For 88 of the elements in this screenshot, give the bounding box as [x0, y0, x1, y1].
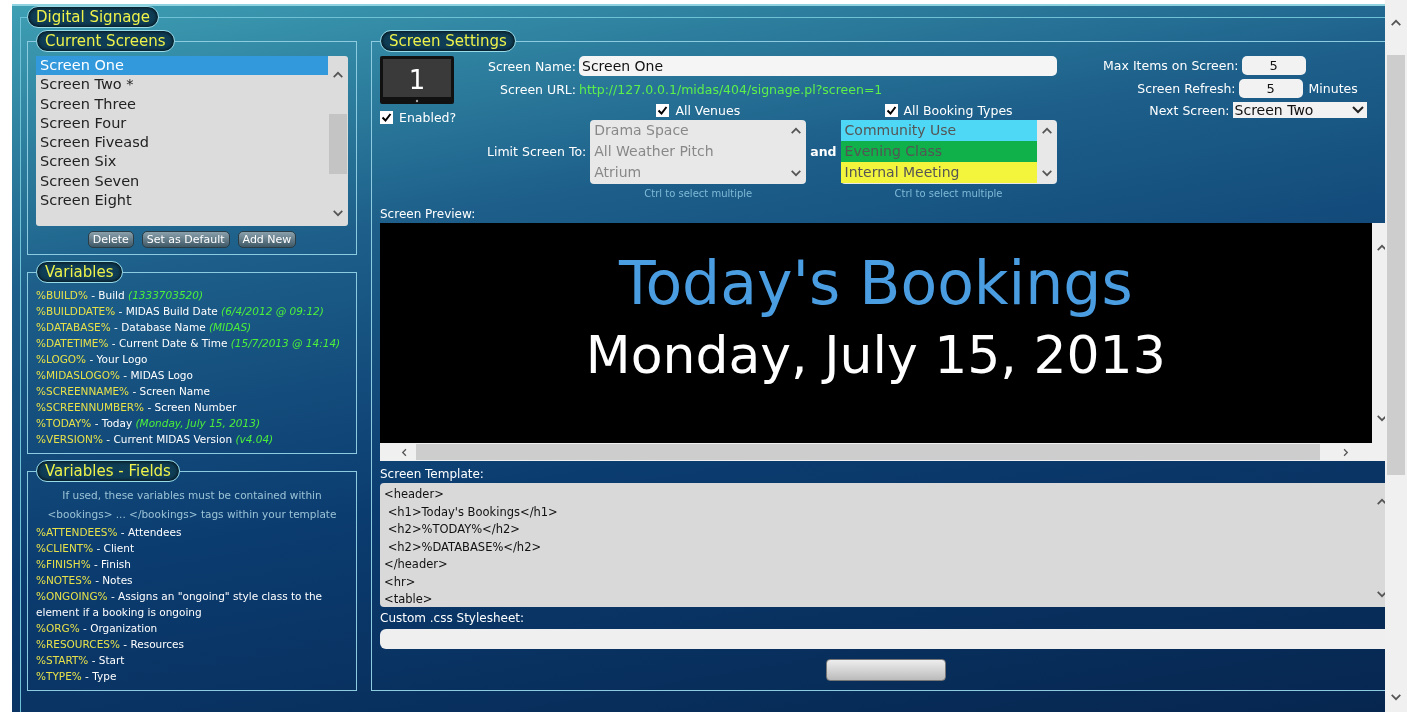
field-label: Screen Refresh:	[1137, 81, 1236, 96]
next-screen-dropdown[interactable]: Screen Two	[1232, 102, 1367, 118]
variable-line: %SCREENNAME% - Screen Name	[36, 384, 211, 399]
template-line: </header>	[384, 556, 449, 573]
list-option[interactable]: Internal Meeting	[840, 162, 1037, 183]
max-items-field[interactable]: 5	[1241, 56, 1306, 75]
variable-line: %DATETIME% - Current Date & Time (15/7/2013 @ 14:14)	[36, 336, 342, 351]
field-label: Next Screen:	[1149, 102, 1230, 118]
field-label: Screen URL:	[499, 82, 576, 97]
fields-note: If used, these variables must be contained within <bookings> ... </bookings> tags within your template	[46, 488, 338, 522]
hint-text: Ctrl to select multiple	[644, 188, 753, 199]
scroll-down-icon[interactable]	[1040, 169, 1053, 178]
scroll-down-icon[interactable]	[1375, 590, 1385, 599]
variable-line: %SCREENNUMBER% - Screen Number	[36, 400, 238, 415]
unit-label: Minutes	[1308, 81, 1359, 96]
template-line: <h1>Today's Bookings</h1>	[386, 503, 559, 521]
section-title: Current Screens	[36, 30, 175, 52]
field-variable-line: %ORG% - Organization	[36, 621, 159, 636]
template-editor[interactable]: <header> <h1>Today's Bookings</h1> <h2>%TODAY%</h2> <h2>%DATABASE%</h2> </header> <hr> <table>	[380, 483, 1385, 607]
variable-line: %LOGO% - Your Logo	[36, 352, 149, 367]
field-label: Screen Name:	[486, 58, 576, 74]
filter-checkbox[interactable]	[884, 104, 898, 117]
screen-list-item[interactable]: Screen Three	[36, 94, 328, 114]
variable-line: %DATABASE% - Database Name (MIDAS)	[36, 320, 253, 335]
scroll-down-icon[interactable]	[1390, 693, 1402, 702]
preview-heading: Today's Bookings	[618, 247, 1133, 320]
field-variable-line: %FINISH% - Finish	[36, 557, 132, 572]
scrollbar-thumb[interactable]	[329, 114, 347, 174]
template-label: Screen Template:	[380, 467, 485, 481]
screen-list-item[interactable]: Screen Four	[36, 113, 328, 134]
section-title: Screen Settings	[380, 30, 516, 52]
scroll-down-icon[interactable]	[332, 209, 344, 218]
enabled-checkbox[interactable]	[380, 111, 393, 124]
scroll-up-icon[interactable]	[1390, 18, 1402, 27]
and-label: and	[810, 143, 837, 159]
variable-line: %BUILD% - Build (1333703520)	[36, 288, 205, 303]
action-button[interactable]: Add New	[237, 231, 297, 248]
field-variable-line: %ONGOING% - Assigns an "ongoing" style class to the element if a booking is ongoing	[36, 589, 324, 620]
template-line: <h2>%DATABASE%</h2>	[386, 538, 543, 556]
field-variable-line: %ATTENDEES% - Attendees	[36, 525, 183, 540]
list-option[interactable]: Community Use	[840, 120, 1037, 141]
page-title: Digital Signage	[27, 6, 160, 28]
scroll-up-icon[interactable]	[790, 126, 803, 135]
template-line: <header>	[384, 486, 445, 503]
template-line: <h2>%TODAY%</h2>	[386, 521, 521, 538]
preview-date: Monday, July 15, 2013	[585, 325, 1166, 385]
scroll-down-icon[interactable]	[790, 169, 803, 178]
scroll-up-icon[interactable]	[332, 70, 344, 79]
scroll-up-icon[interactable]	[1040, 126, 1053, 135]
field-label: Limit Screen To:	[487, 143, 587, 159]
variable-line: %TODAY% - Today (Monday, July 15, 2013)	[36, 416, 261, 431]
save-button[interactable]	[825, 659, 946, 681]
monitor-icon: 1	[380, 56, 454, 104]
scrollbar-thumb[interactable]	[416, 444, 1320, 460]
field-label: Max Items on Screen:	[1103, 58, 1239, 73]
field-variable-line: %CLIENT% - Client	[36, 541, 135, 556]
preview-label: Screen Preview:	[380, 207, 477, 221]
variable-line: %BUILDDATE% - MIDAS Build Date (6/4/2012 @ 09:12)	[36, 304, 325, 319]
section-title: Variables	[36, 261, 123, 283]
action-button[interactable]: Delete	[87, 231, 134, 248]
field-variable-line: %NOTES% - Notes	[36, 573, 134, 588]
screen-list-item[interactable]: Screen Fiveasd	[36, 133, 328, 153]
field-variable-line: %RESOURCES% - Resources	[36, 637, 185, 652]
stylesheet-label: Custom .css Stylesheet:	[380, 611, 526, 625]
variable-line: %VERSION% - Current MIDAS Version (v4.04)	[36, 432, 275, 447]
dropdown-caret-icon	[1350, 104, 1365, 116]
checkbox-label: All Booking Types	[903, 103, 1013, 118]
filter-checkbox[interactable]	[656, 104, 670, 117]
refresh-field[interactable]: 5	[1238, 79, 1303, 98]
scrollbar-thumb[interactable]	[1387, 55, 1405, 475]
screen-url-link[interactable]: http://127.0.0.1/midas/404/signage.pl?screen=1	[579, 82, 883, 97]
template-line: <hr>	[384, 573, 417, 591]
field-variable-line: %TYPE% - Type	[36, 669, 118, 684]
screen-list-item[interactable]: Screen Six	[36, 152, 328, 172]
section-title: Variables - Fields	[36, 460, 180, 482]
scroll-down-icon[interactable]	[1375, 414, 1385, 423]
field-variable-line: %START% - Start	[36, 653, 126, 668]
screen-list-item[interactable]: Screen Two *	[36, 75, 328, 95]
action-button[interactable]: Set as Default	[141, 231, 230, 248]
template-line: <table>	[384, 591, 434, 608]
variable-line: %MIDASLOGO% - MIDAS Logo	[36, 368, 194, 383]
checkbox-label: All Venues	[675, 103, 741, 118]
enabled-label: Enabled?	[399, 110, 457, 125]
stylesheet-field[interactable]	[380, 629, 1385, 649]
screen-list-item[interactable]: Screen Seven	[36, 171, 328, 192]
screen-name-field[interactable]: Screen One	[579, 56, 1057, 76]
hint-text: Ctrl to select multiple	[894, 188, 1003, 199]
screen-list-item[interactable]: Screen Eight	[36, 191, 328, 211]
